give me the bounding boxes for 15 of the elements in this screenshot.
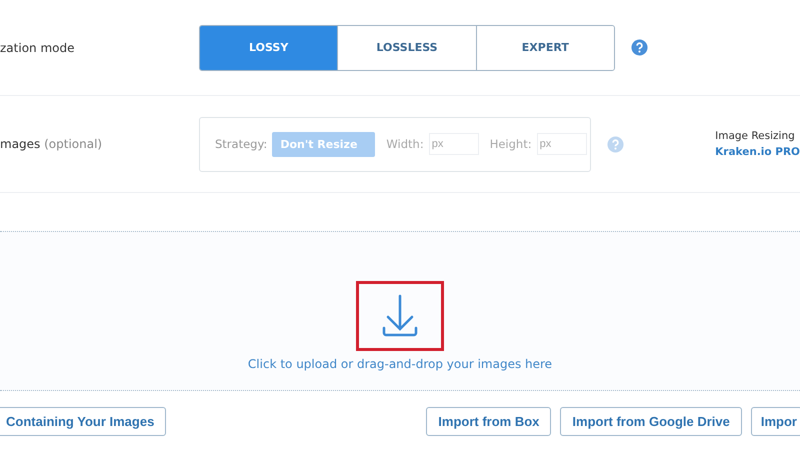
upload-dropzone[interactable]: Click to upload or drag-and-drop your images here [0,231,800,391]
mode-tab[interactable]: EXPERT [476,26,614,70]
help-icon[interactable] [631,39,648,56]
setting-label: mages (optional) [0,137,104,151]
import-button[interactable]: Import from Google Drive [560,407,742,436]
width-label: Width: [386,137,424,151]
mode-tab[interactable]: LOSSY [200,26,338,70]
import-button[interactable]: Containing Your Images [0,407,166,436]
setting-label: zation mode [0,40,76,54]
height-label: Height: [490,137,532,151]
strategy-label: Strategy: [215,137,268,151]
upload-instruction: Click to upload or drag-and-drop your images here [248,357,552,371]
pro-title: Image Resizing [715,130,796,142]
import-button[interactable]: Impor [750,407,800,436]
import-button[interactable]: Import from Box [426,407,552,436]
